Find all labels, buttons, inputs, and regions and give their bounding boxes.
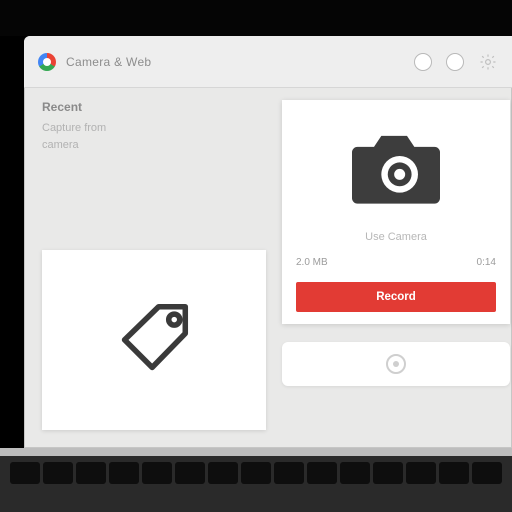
keyboard-key <box>43 462 73 484</box>
sidebar-heading: Recent <box>42 100 266 114</box>
settings-button[interactable] <box>478 52 498 72</box>
laptop-bezel <box>0 0 512 36</box>
preview-card[interactable] <box>42 250 266 430</box>
content-area: Recent Capture from camera <box>24 88 512 448</box>
window-control-1[interactable] <box>414 53 432 71</box>
titlebar-controls <box>414 52 498 72</box>
laptop-hinge <box>0 448 512 456</box>
gear-icon <box>479 53 497 71</box>
keyboard-key <box>340 462 370 484</box>
right-column: Use Camera 2.0 MB 0:14 Record <box>282 100 510 430</box>
keyboard-key <box>241 462 271 484</box>
laptop-keyboard <box>0 456 512 512</box>
sidebar-line-1: Capture from <box>42 120 266 137</box>
shutter-button[interactable] <box>386 354 406 374</box>
keyboard-key <box>439 462 469 484</box>
keyboard-key <box>274 462 304 484</box>
capture-caption: Use Camera <box>365 231 427 243</box>
bottom-toolbar <box>282 342 510 386</box>
app-icon <box>38 53 56 71</box>
capture-meta-row: 2.0 MB 0:14 <box>296 257 496 268</box>
keyboard-key <box>109 462 139 484</box>
titlebar: Camera & Web <box>24 36 512 88</box>
left-column: Recent Capture from camera <box>42 100 266 430</box>
app-window: Camera & Web Recent Capture from camera <box>24 36 512 448</box>
keyboard-key <box>373 462 403 484</box>
keyboard-key <box>76 462 106 484</box>
tag-icon <box>108 292 200 389</box>
record-button-label: Record <box>376 291 416 303</box>
keyboard-key <box>208 462 238 484</box>
camera-icon <box>341 122 451 217</box>
keyboard-key <box>406 462 436 484</box>
capture-size: 2.0 MB <box>296 257 328 268</box>
keyboard-key <box>142 462 172 484</box>
keyboard-key <box>472 462 502 484</box>
keyboard-key <box>10 462 40 484</box>
keyboard-key <box>307 462 337 484</box>
tab-title: Camera & Web <box>66 55 151 69</box>
window-control-2[interactable] <box>446 53 464 71</box>
record-button[interactable]: Record <box>296 282 496 312</box>
capture-duration: 0:14 <box>477 257 496 268</box>
keyboard-key <box>175 462 205 484</box>
capture-card: Use Camera 2.0 MB 0:14 Record <box>282 100 510 324</box>
sidebar-line-2: camera <box>42 137 266 154</box>
